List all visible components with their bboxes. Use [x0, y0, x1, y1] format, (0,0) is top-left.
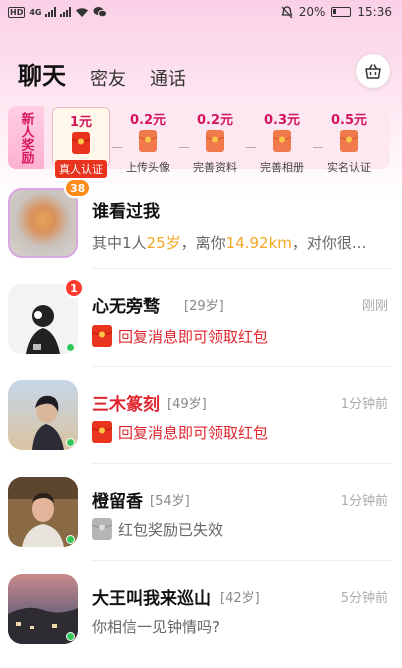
visitors-title: 谁看过我 [92, 202, 160, 222]
signal-icon-2 [60, 7, 72, 17]
row-divider [92, 366, 392, 367]
signal-icon [45, 7, 57, 17]
red-packet-icon [92, 421, 112, 443]
online-status-dot [66, 632, 75, 641]
message-text: 你相信一见钟情吗? [92, 618, 220, 636]
visitors-description: 其中1人 25岁 ，离你 14.92km ，对你很... [92, 232, 366, 253]
expired-red-packet-icon [92, 518, 112, 540]
contact-name: 橙留香 [92, 492, 143, 512]
status-bar: HD 4G 20% 15:36 [0, 0, 402, 24]
reward-label: 上传头像 [126, 161, 170, 174]
reward-label: 真人认证 [55, 160, 107, 178]
reward-item-upload-avatar[interactable]: 0.2元 上传头像 [119, 106, 177, 174]
wechat-icon [93, 7, 108, 18]
message-time: 1分钟前 [340, 494, 388, 509]
contact-age: [54岁] [150, 494, 190, 509]
red-packet-icon [92, 325, 112, 347]
battery-icon [331, 7, 352, 17]
message-preview: 你相信一见钟情吗? [92, 616, 220, 637]
desc-suffix: ，对你很... [291, 234, 367, 252]
online-status-dot [66, 343, 75, 352]
message-text: 回复消息即可领取红包 [118, 423, 269, 442]
wifi-icon [76, 7, 89, 17]
row-divider [92, 463, 392, 464]
visitor-count-badge: 38 [64, 178, 92, 198]
online-status-dot [66, 535, 75, 544]
chat-item[interactable]: 大王叫我来巡山 [42岁] 5分钟前 你相信一见钟情吗? [0, 562, 402, 668]
reward-amount: 0.3元 [263, 113, 301, 128]
message-time: 5分钟前 [340, 591, 388, 606]
chat-item[interactable]: 三木篆刻 [49岁] 1分钟前 回复消息即可领取红包 [0, 368, 402, 464]
reward-tag: 新人奖励 [8, 106, 44, 169]
contact-age: [29岁] [184, 299, 224, 314]
unread-badge: 1 [64, 278, 84, 298]
tab-calls[interactable]: 通话 [150, 65, 186, 91]
top-tabs: 聊天 密友 通话 [18, 56, 186, 93]
reward-label: 完善资料 [193, 161, 237, 174]
desc-distance: 14.92km [225, 233, 292, 252]
shop-button[interactable] [356, 54, 390, 88]
chat-item[interactable]: 橙留香 [54岁] 1分钟前 红包奖励已失效 [0, 465, 402, 561]
red-envelope-icon [339, 130, 359, 152]
visitor-avatar-blurred [8, 188, 78, 258]
reward-amount: 0.2元 [129, 113, 167, 128]
battery-percent: 20% [298, 5, 326, 19]
red-envelope-icon [205, 130, 225, 152]
reward-amount: 1元 [69, 115, 93, 130]
message-preview: 回复消息即可领取红包 [92, 325, 268, 347]
message-text: 红包奖励已失效 [118, 520, 224, 539]
newbie-reward-banner: 新人奖励 1元 真人认证 0.2元 上传头像 0.2元 完善资料 0.3元 完善… [8, 106, 390, 178]
red-envelope-icon [272, 130, 292, 152]
mute-bell-icon [281, 5, 293, 18]
message-time: 刚刚 [361, 299, 388, 314]
message-preview: 红包奖励已失效 [92, 518, 223, 540]
message-time: 1分钟前 [340, 397, 388, 412]
tab-chat[interactable]: 聊天 [18, 56, 66, 93]
row-divider [92, 560, 392, 561]
message-preview: 回复消息即可领取红包 [92, 421, 268, 443]
hd-indicator: HD [8, 6, 26, 18]
reward-label: 完善相册 [260, 161, 304, 174]
contact-age: [42岁] [220, 591, 260, 606]
contact-name: 三木篆刻 [92, 395, 160, 415]
red-envelope-icon [71, 132, 91, 154]
reward-label: 实名认证 [327, 161, 371, 174]
reward-item-complete-profile[interactable]: 0.2元 完善资料 [186, 106, 244, 174]
reward-amount: 0.5元 [330, 113, 368, 128]
shopping-basket-icon [365, 64, 381, 79]
contact-name: 大王叫我来巡山 [92, 589, 211, 609]
desc-prefix: 其中1人 [92, 234, 147, 252]
row-divider [92, 268, 392, 269]
online-status-dot [66, 438, 75, 447]
chat-item[interactable]: 1 心无旁骛 [29岁] 刚刚 回复消息即可领取红包 [0, 270, 402, 366]
desc-mid: ，离你 [180, 234, 226, 252]
contact-age: [49岁] [167, 397, 207, 412]
tab-close-friends[interactable]: 密友 [90, 65, 126, 91]
network-type: 4G [29, 7, 42, 17]
reward-item-complete-album[interactable]: 0.3元 完善相册 [253, 106, 311, 174]
reward-amount: 0.2元 [196, 113, 234, 128]
message-text: 回复消息即可领取红包 [118, 327, 269, 346]
clock: 15:36 [357, 5, 392, 19]
desc-age: 25岁 [146, 234, 181, 252]
visitors-row[interactable]: 38 谁看过我 其中1人 25岁 ，离你 14.92km ，对你很... [0, 178, 402, 270]
reward-item-real-name[interactable]: 0.5元 实名认证 [320, 106, 378, 174]
contact-name: 心无旁骛 [92, 297, 160, 317]
reward-item-real-person[interactable]: 1元 真人认证 [52, 107, 110, 178]
red-envelope-icon [138, 130, 158, 152]
